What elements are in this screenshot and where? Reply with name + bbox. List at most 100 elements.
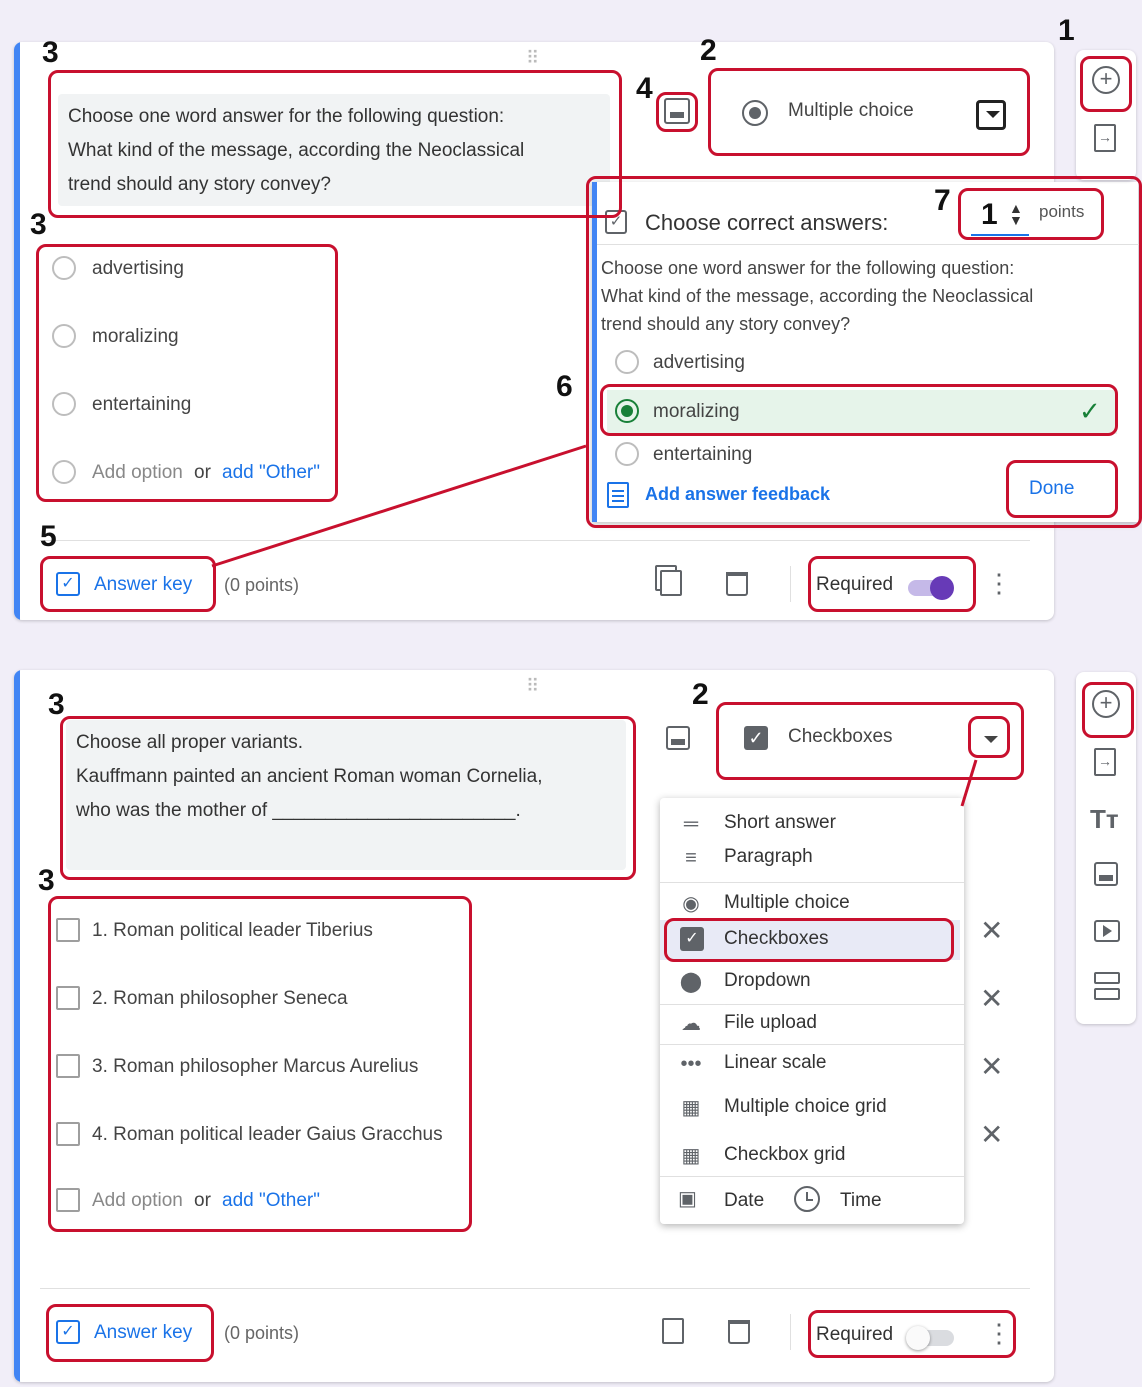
points-stepper-icon[interactable]: ▲ ▼ bbox=[1009, 201, 1023, 227]
remove-option-icon[interactable]: ✕ bbox=[980, 1118, 1003, 1151]
answer-key-panel-icon: ✓ bbox=[605, 210, 627, 234]
chevron-down-icon[interactable] bbox=[976, 724, 1006, 754]
option-checkbox[interactable] bbox=[56, 1122, 80, 1146]
menu-item-file-upload[interactable]: ☁ File upload bbox=[660, 1004, 960, 1044]
add-title-icon[interactable]: Tт bbox=[1090, 804, 1119, 835]
menu-divider bbox=[660, 1176, 964, 1177]
option-radio[interactable] bbox=[52, 256, 76, 280]
add-image-icon[interactable] bbox=[666, 726, 690, 750]
menu-item-label: Multiple choice bbox=[724, 892, 850, 913]
delete-icon[interactable] bbox=[728, 1320, 750, 1344]
annotation-number: 2 bbox=[700, 34, 717, 67]
correct-option-radio[interactable] bbox=[615, 442, 639, 466]
answer-key-button[interactable]: Answer key bbox=[94, 1322, 192, 1344]
required-toggle-knob[interactable] bbox=[906, 1326, 930, 1350]
active-card-bar bbox=[14, 670, 20, 1382]
cloud-upload-icon: ☁ bbox=[681, 1013, 701, 1035]
option-checkbox[interactable] bbox=[56, 1054, 80, 1078]
menu-item-paragraph[interactable]: ≡ Paragraph bbox=[660, 838, 960, 878]
option-radio[interactable] bbox=[52, 392, 76, 416]
answer-key-button[interactable]: Answer key bbox=[94, 574, 192, 596]
menu-item-multiple-choice-grid[interactable]: ▦ Multiple choice grid bbox=[660, 1088, 960, 1128]
answer-key-icon[interactable]: ✓ bbox=[56, 1320, 80, 1344]
option-radio[interactable] bbox=[52, 324, 76, 348]
delete-icon[interactable] bbox=[726, 572, 748, 596]
correct-option-selected[interactable]: moralizing ✓ bbox=[607, 390, 1117, 434]
option-label[interactable]: 4. Roman political leader Gaius Gracchus bbox=[92, 1124, 443, 1146]
question-line: who was the mother of __________________… bbox=[76, 800, 521, 821]
answer-key-icon[interactable]: ✓ bbox=[56, 572, 80, 596]
question-title-2[interactable]: Choose all proper variants. Kauffmann pa… bbox=[66, 720, 626, 870]
more-options-icon[interactable]: ⋮ bbox=[986, 1318, 1012, 1349]
menu-item-linear-scale[interactable]: ••• Linear scale bbox=[660, 1044, 960, 1084]
answer-key-panel: ✓ Choose correct answers: 1 ▲ ▼ points Ch… bbox=[592, 182, 1142, 522]
add-question-icon[interactable]: + bbox=[1092, 66, 1120, 94]
option-label[interactable]: entertaining bbox=[92, 394, 191, 416]
panel-title: Choose correct answers: bbox=[645, 210, 889, 235]
footer-separator bbox=[790, 566, 791, 602]
add-image-icon[interactable] bbox=[1094, 862, 1118, 886]
remove-option-icon[interactable]: ✕ bbox=[980, 982, 1003, 1015]
chevron-down-icon[interactable] bbox=[976, 100, 1006, 130]
annotation-number: 3 bbox=[42, 36, 59, 69]
question-title-1[interactable]: Choose one word answer for the following… bbox=[58, 94, 610, 206]
add-video-icon[interactable] bbox=[1094, 920, 1120, 942]
duplicate-icon[interactable] bbox=[660, 570, 682, 596]
drag-handle-2[interactable]: ⠿ bbox=[526, 676, 539, 697]
correct-option-radio[interactable] bbox=[615, 350, 639, 374]
menu-item-time[interactable]: Time bbox=[790, 1182, 910, 1218]
points-label: (0 points) bbox=[224, 575, 300, 595]
import-questions-icon[interactable]: → bbox=[1094, 124, 1116, 152]
menu-item-multiple-choice[interactable]: ◉ Multiple choice bbox=[660, 884, 960, 924]
remove-option-icon[interactable]: ✕ bbox=[980, 914, 1003, 947]
annotation-number: 6 bbox=[556, 370, 573, 403]
done-button[interactable]: Done bbox=[1029, 478, 1074, 500]
option-label[interactable]: 2. Roman philosopher Seneca bbox=[92, 988, 348, 1010]
add-other-link[interactable]: add "Other" bbox=[222, 462, 320, 484]
feedback-icon[interactable] bbox=[607, 482, 629, 508]
option-checkbox[interactable] bbox=[56, 986, 80, 1010]
question-line: Kauffmann painted an ancient Roman woman… bbox=[76, 766, 543, 787]
more-options-icon[interactable]: ⋮ bbox=[986, 568, 1012, 599]
menu-item-label: Checkboxes bbox=[724, 928, 829, 949]
question-line: What kind of the message, according the … bbox=[601, 286, 1034, 306]
option-label[interactable]: advertising bbox=[92, 258, 184, 280]
option-checkbox[interactable] bbox=[56, 918, 80, 942]
add-question-icon[interactable]: + bbox=[1092, 690, 1120, 718]
correct-option-label[interactable]: advertising bbox=[653, 352, 745, 374]
required-toggle-knob[interactable] bbox=[930, 576, 954, 600]
add-answer-feedback-link[interactable]: Add answer feedback bbox=[645, 484, 830, 505]
question-line: What kind of the message, according the … bbox=[68, 140, 525, 161]
question-line: trend should any story convey? bbox=[601, 314, 851, 334]
annotation-number: 1 bbox=[1058, 14, 1075, 47]
add-image-icon[interactable] bbox=[664, 98, 690, 124]
add-option-link[interactable]: Add option bbox=[92, 1190, 183, 1212]
annotation-number: 3 bbox=[48, 688, 65, 721]
option-label[interactable]: moralizing bbox=[92, 326, 179, 348]
remove-option-icon[interactable]: ✕ bbox=[980, 1050, 1003, 1083]
dropdown-icon: ⬤ bbox=[679, 971, 703, 993]
duplicate-icon[interactable] bbox=[662, 1318, 684, 1344]
menu-item-date[interactable]: ▣ Date bbox=[660, 1182, 780, 1218]
radio-icon: ◉ bbox=[682, 893, 700, 915]
option-label[interactable]: 3. Roman philosopher Marcus Aurelius bbox=[92, 1056, 418, 1078]
menu-item-dropdown[interactable]: ⬤ Dropdown bbox=[660, 962, 960, 1002]
question-type-select-2[interactable]: ✓ Checkboxes bbox=[724, 706, 1020, 776]
add-option-link[interactable]: Add option bbox=[92, 462, 183, 484]
radio-icon bbox=[742, 100, 768, 126]
footer-separator bbox=[790, 1314, 791, 1350]
option-label[interactable]: 1. Roman political leader Tiberius bbox=[92, 920, 373, 942]
add-section-icon[interactable] bbox=[1094, 972, 1120, 984]
drag-handle-1[interactable]: ⠿ bbox=[526, 48, 539, 69]
add-other-link[interactable]: add "Other" bbox=[222, 1190, 320, 1212]
or-text: or bbox=[194, 462, 211, 483]
import-questions-icon[interactable]: → bbox=[1094, 748, 1116, 776]
menu-item-checkboxes[interactable]: ✓ Checkboxes bbox=[660, 920, 960, 960]
option-checkbox bbox=[56, 1188, 80, 1212]
menu-item-checkbox-grid[interactable]: ▦ Checkbox grid bbox=[660, 1136, 960, 1176]
correct-option-label[interactable]: entertaining bbox=[653, 444, 752, 466]
points-input[interactable]: 1 ▲ ▼ bbox=[971, 196, 1029, 236]
selected-option-label: moralizing bbox=[653, 401, 740, 422]
question-type-select-1[interactable]: Multiple choice bbox=[718, 76, 1024, 152]
add-section-icon-lower bbox=[1094, 988, 1120, 1000]
